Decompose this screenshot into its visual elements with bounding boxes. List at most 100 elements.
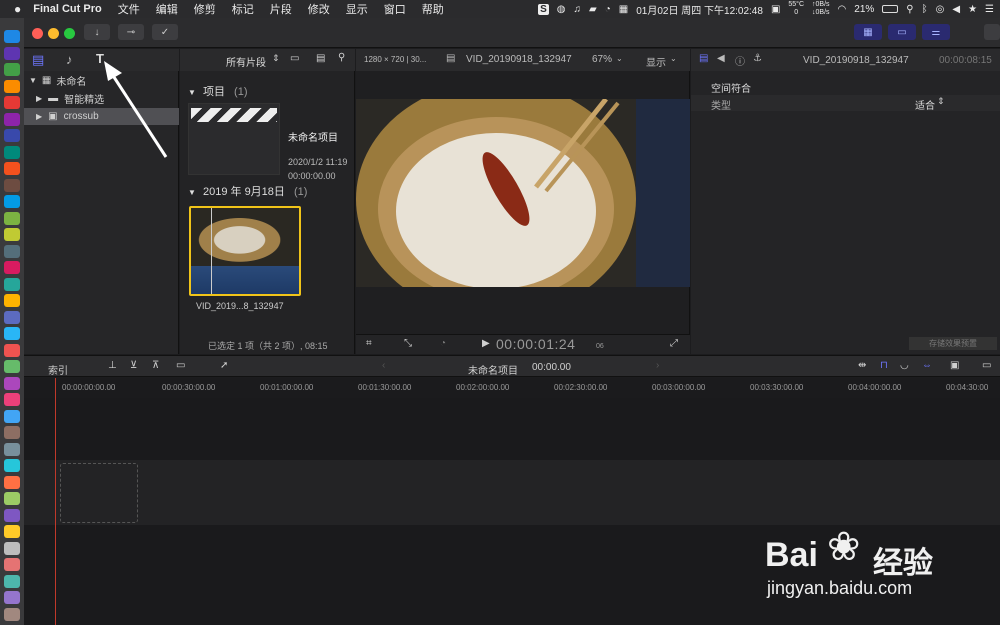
battery-icon[interactable] <box>882 5 899 13</box>
battery-percent[interactable]: 21% <box>854 4 874 15</box>
dock-app-icon[interactable] <box>4 79 20 93</box>
list-view-icon[interactable]: ▤ <box>316 53 325 64</box>
menu-help[interactable]: 帮助 <box>422 1 444 17</box>
project-thumbnail[interactable] <box>188 103 280 175</box>
message-icon[interactable]: ▰ <box>589 4 597 15</box>
fullscreen-icon[interactable]: ⤢ <box>670 338 678 349</box>
dock-app-icon[interactable] <box>4 393 20 406</box>
music-icon[interactable]: ♫ <box>574 4 582 15</box>
dock-app-icon[interactable] <box>4 426 20 439</box>
menu-view[interactable]: 显示 <box>346 1 368 17</box>
playhead[interactable] <box>55 378 56 625</box>
dock-app-icon[interactable] <box>4 508 20 522</box>
minimize-button[interactable] <box>48 28 59 39</box>
type-dropdown[interactable]: 适合 <box>915 97 935 112</box>
menu-clip[interactable]: 片段 <box>270 1 292 17</box>
dock-app-icon[interactable] <box>4 63 20 76</box>
empty-storyline-placeholder[interactable] <box>60 463 138 523</box>
dock-app-icon[interactable] <box>4 211 20 225</box>
browser-toggle-button[interactable]: ▦ <box>854 24 882 40</box>
audio-skimming-icon[interactable]: ◡ <box>900 360 909 371</box>
dock-app-icon[interactable] <box>4 327 20 340</box>
menu-file[interactable]: 文件 <box>118 1 140 17</box>
siri-icon[interactable]: ◎ <box>936 4 945 15</box>
close-button[interactable] <box>32 28 43 39</box>
append-clip-icon[interactable]: ⊼ <box>152 360 159 371</box>
nav-forward-icon[interactable]: › <box>656 360 659 371</box>
share-button[interactable] <box>984 24 1000 40</box>
dock-app-icon[interactable] <box>4 607 20 621</box>
dock-app-icon[interactable] <box>4 244 20 258</box>
menu-mark[interactable]: 标记 <box>232 1 254 17</box>
speed-icon[interactable]: ◔ <box>440 338 446 349</box>
disclosure-down-icon[interactable]: ▼ <box>188 188 196 197</box>
dock-app-icon[interactable] <box>4 30 20 43</box>
dock-app-icon[interactable] <box>4 541 20 555</box>
time-machine-icon[interactable]: ◔ <box>605 4 611 15</box>
play-button[interactable]: ▶ <box>482 338 490 349</box>
dock-app-icon[interactable] <box>4 376 20 390</box>
filmstrip-view-icon[interactable]: ▭ <box>290 53 299 64</box>
timeline-ruler[interactable]: 00:00:00:00.00 00:00:30:00.00 00:01:00:0… <box>24 378 1000 398</box>
dock-app-icon[interactable] <box>4 459 20 472</box>
wifi-icon[interactable]: ◠ <box>838 4 847 15</box>
solo-icon[interactable]: ⇔ <box>922 360 932 371</box>
dock-app-icon[interactable] <box>4 343 20 357</box>
grid-icon[interactable]: ▣ <box>771 4 780 15</box>
info-inspector-icon[interactable]: ⓘ <box>735 53 745 68</box>
connect-clip-icon[interactable]: ⊥ <box>108 360 117 371</box>
disclosure-down-icon[interactable]: ▼ <box>29 76 37 85</box>
nav-back-icon[interactable]: ‹ <box>382 360 385 371</box>
audio-inspector-icon[interactable]: ◀ <box>717 53 725 64</box>
apple-icon[interactable]: ● <box>14 2 21 16</box>
dock-app-icon[interactable] <box>4 129 20 142</box>
dock-app-icon[interactable] <box>4 492 20 505</box>
globe-icon[interactable]: ◍ <box>557 4 566 15</box>
snapping-icon[interactable]: ⊓ <box>880 360 888 371</box>
select-tool-icon[interactable]: ➚ <box>220 360 228 371</box>
dock-app-icon[interactable] <box>4 360 20 373</box>
clip-appearance-icon[interactable]: ▣ <box>950 360 959 371</box>
projects-section-header[interactable]: ▼ 项目 (1) <box>188 83 248 99</box>
notification-center-icon[interactable]: ☰ <box>985 4 994 15</box>
temperature-widget[interactable]: 55°C 0 <box>788 1 804 17</box>
dock-app-icon[interactable] <box>4 46 20 60</box>
dock-app-icon[interactable] <box>4 442 20 456</box>
display-dropdown[interactable]: 显示 <box>646 54 666 69</box>
clip-filter-dropdown[interactable]: 所有片段 <box>226 54 266 69</box>
menu-window[interactable]: 窗口 <box>384 1 406 17</box>
dock-app-icon[interactable] <box>4 96 20 109</box>
zoom-button[interactable] <box>64 28 75 39</box>
menu-app-name[interactable]: Final Cut Pro <box>33 3 101 15</box>
dock-app-icon[interactable] <box>4 294 20 307</box>
menu-trim[interactable]: 修剪 <box>194 1 216 17</box>
dock-app-icon[interactable] <box>4 178 20 192</box>
crop-icon[interactable]: ⌗ <box>366 338 372 349</box>
transform-icon[interactable]: ⤡ <box>404 338 412 349</box>
dock-app-icon[interactable] <box>4 112 20 126</box>
import-button[interactable]: ↓ <box>84 24 110 40</box>
dock-app-icon[interactable] <box>4 591 20 604</box>
timeline-index-button[interactable]: 索引 <box>48 362 68 377</box>
menu-edit[interactable]: 编辑 <box>156 1 178 17</box>
calendar-icon[interactable]: ▦ <box>619 4 628 15</box>
spotlight-icon[interactable]: ⚲ <box>906 4 913 15</box>
dock-app-icon[interactable] <box>4 277 20 291</box>
share-inspector-icon[interactable]: ⚓ <box>753 53 762 64</box>
dock-app-icon[interactable] <box>4 409 20 423</box>
dock-app-icon[interactable] <box>4 145 20 159</box>
dock-app-icon[interactable] <box>4 195 20 208</box>
disclosure-down-icon[interactable]: ▼ <box>188 88 196 97</box>
dock-app-icon[interactable] <box>4 162 20 175</box>
disclosure-right-icon[interactable]: ▶ <box>36 94 42 103</box>
dock-app-icon[interactable] <box>4 310 20 324</box>
timeline-toggle-button[interactable]: ▭ <box>888 24 916 40</box>
video-frame[interactable] <box>356 99 690 287</box>
status-icon-s[interactable]: S <box>538 3 549 15</box>
dock-app-icon[interactable] <box>4 525 20 538</box>
save-effects-preset-button[interactable]: 存储效果预置 <box>909 337 997 350</box>
dock-app-icon[interactable] <box>4 574 20 588</box>
dock-app-icon[interactable] <box>4 261 20 274</box>
keywords-button[interactable]: ⊸ <box>118 24 144 40</box>
zoom-dropdown[interactable]: 67% <box>592 54 612 65</box>
